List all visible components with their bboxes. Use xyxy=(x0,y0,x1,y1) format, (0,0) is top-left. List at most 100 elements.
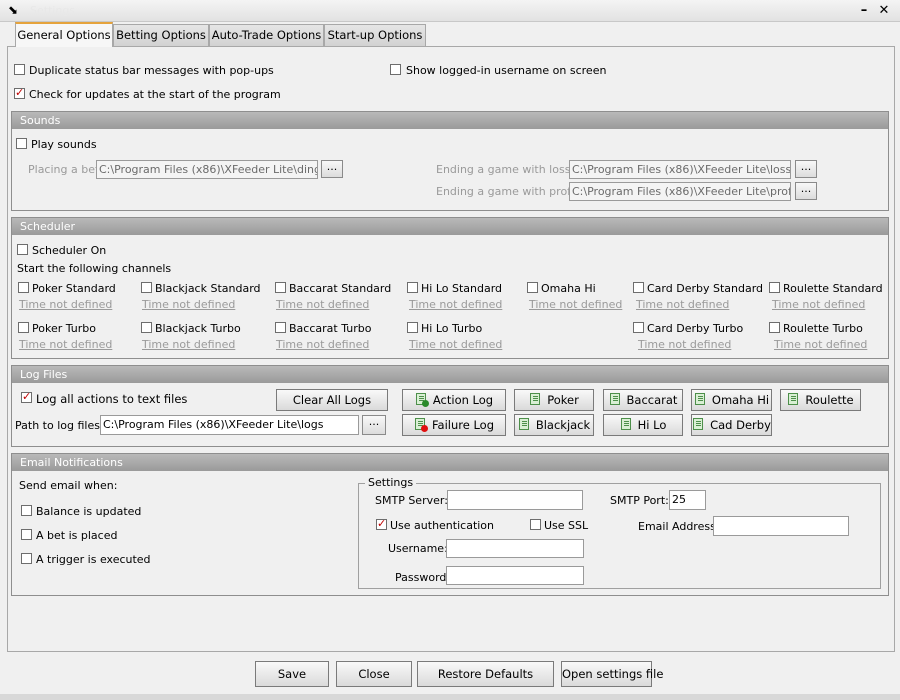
use-authentication-checkbox[interactable] xyxy=(376,517,387,530)
log-file-icon xyxy=(692,418,706,432)
profit-browse-button[interactable]: ... xyxy=(795,182,817,200)
check-updates-label: Check for updates at the start of the pr… xyxy=(29,88,281,101)
log-all-checkbox[interactable] xyxy=(21,390,32,403)
channel-label: Blackjack Turbo xyxy=(155,322,241,335)
baccarat-log-button[interactable]: Baccarat xyxy=(603,389,683,411)
log-path-browse-button[interactable]: ... xyxy=(362,415,386,435)
time-not-defined-link[interactable]: Time not defined xyxy=(142,338,235,351)
hilo-log-button[interactable]: Hi Lo xyxy=(603,414,683,436)
channel-checkbox[interactable] xyxy=(18,322,29,333)
channel-checkbox[interactable] xyxy=(275,322,286,333)
dup-status-checkbox[interactable] xyxy=(14,64,25,75)
loss-browse-button[interactable]: ... xyxy=(795,160,817,178)
use-ssl-checkbox[interactable] xyxy=(530,519,541,530)
time-not-defined-link[interactable]: Time not defined xyxy=(276,338,369,351)
open-settings-file-button[interactable]: Open settings file xyxy=(561,661,663,687)
email-address-field[interactable] xyxy=(713,516,849,536)
omaha-log-label: Omaha Hi xyxy=(711,393,770,407)
smtp-port-label: SMTP Port: xyxy=(610,494,669,507)
channel-checkbox[interactable] xyxy=(527,282,538,293)
channel-label: Card Derby Standard xyxy=(647,282,764,295)
placing-bet-field[interactable]: C:\Program Files (x86)\XFeeder Lite\ding… xyxy=(96,160,318,179)
log-file-icon xyxy=(529,393,543,407)
close-button[interactable]: Close xyxy=(336,661,412,687)
cad-derby-log-button[interactable]: Cad Derby xyxy=(691,414,772,436)
baccarat-log-label: Baccarat xyxy=(626,393,678,407)
log-file-icon xyxy=(620,418,634,432)
failure-log-label: Failure Log xyxy=(431,418,495,432)
roulette-log-label: Roulette xyxy=(805,393,854,407)
tab-auto-trade-options[interactable]: Auto-Trade Options xyxy=(209,24,324,46)
time-not-defined-link[interactable]: Time not defined xyxy=(774,338,867,351)
password-field[interactable] xyxy=(446,566,584,585)
channel-label: Roulette Turbo xyxy=(783,322,863,335)
placing-bet-browse-button[interactable]: ... xyxy=(321,160,343,178)
send-email-when-label: Send email when: xyxy=(19,479,118,492)
dup-status-label: Duplicate status bar messages with pop-u… xyxy=(29,64,274,77)
poker-log-label: Poker xyxy=(547,393,579,407)
play-sounds-checkbox[interactable] xyxy=(16,138,27,149)
channel-checkbox[interactable] xyxy=(141,322,152,333)
scheduler-on-checkbox[interactable] xyxy=(17,244,28,255)
action-log-label: Action Log xyxy=(432,393,494,407)
time-not-defined-link[interactable]: Time not defined xyxy=(142,298,235,311)
close-window-button[interactable]: ✕ xyxy=(876,3,892,19)
log-path-label: Path to log files: xyxy=(15,419,104,432)
time-not-defined-link[interactable]: Time not defined xyxy=(276,298,369,311)
save-button[interactable]: Save xyxy=(255,661,329,687)
blackjack-log-label: Blackjack xyxy=(535,418,591,432)
time-not-defined-link[interactable]: Time not defined xyxy=(409,298,502,311)
time-not-defined-link[interactable]: Time not defined xyxy=(529,298,622,311)
failure-log-button[interactable]: Failure Log xyxy=(402,414,506,436)
show-username-checkbox[interactable] xyxy=(390,64,401,75)
trigger-executed-checkbox[interactable] xyxy=(21,553,32,564)
username-field[interactable] xyxy=(446,539,584,558)
restore-defaults-button[interactable]: Restore Defaults xyxy=(417,661,554,687)
clear-all-logs-button[interactable]: Clear All Logs xyxy=(276,389,388,411)
password-label: Password xyxy=(395,571,447,584)
channel-checkbox[interactable] xyxy=(633,322,644,333)
log-path-field[interactable]: C:\Program Files (x86)\XFeeder Lite\logs xyxy=(100,415,359,435)
time-not-defined-link[interactable]: Time not defined xyxy=(19,298,112,311)
channel-label: Hi Lo Standard xyxy=(421,282,503,295)
omaha-log-button[interactable]: Omaha Hi xyxy=(691,389,772,411)
time-not-defined-link[interactable]: Time not defined xyxy=(772,298,865,311)
bet-placed-checkbox[interactable] xyxy=(21,529,32,540)
channel-checkbox[interactable] xyxy=(407,282,418,293)
channel-label: Blackjack Standard xyxy=(155,282,261,295)
roulette-log-button[interactable]: Roulette xyxy=(780,389,861,411)
scheduler-header: Scheduler xyxy=(12,218,888,235)
channel-checkbox[interactable] xyxy=(275,282,286,293)
smtp-server-label: SMTP Server: xyxy=(375,494,448,507)
blackjack-log-button[interactable]: Blackjack xyxy=(514,414,594,436)
check-updates-checkbox[interactable] xyxy=(14,86,25,99)
tab-general-options[interactable]: General Options xyxy=(15,22,113,47)
balance-updated-checkbox[interactable] xyxy=(21,505,32,516)
channel-checkbox[interactable] xyxy=(18,282,29,293)
smtp-server-field[interactable] xyxy=(447,490,583,510)
time-not-defined-link[interactable]: Time not defined xyxy=(409,338,502,351)
tab-betting-options[interactable]: Betting Options xyxy=(113,24,209,46)
action-log-button[interactable]: Action Log xyxy=(402,389,506,411)
log-file-icon xyxy=(694,393,708,407)
channel-checkbox[interactable] xyxy=(141,282,152,293)
loss-label: Ending a game with loss: xyxy=(436,163,575,176)
minimize-button[interactable]: – xyxy=(856,3,872,19)
poker-log-button[interactable]: Poker xyxy=(514,389,594,411)
loss-field[interactable]: C:\Program Files (x86)\XFeeder Lite\loss… xyxy=(569,160,791,179)
log-file-icon xyxy=(787,393,801,407)
time-not-defined-link[interactable]: Time not defined xyxy=(638,338,731,351)
profit-field[interactable]: C:\Program Files (x86)\XFeeder Lite\prof… xyxy=(569,182,791,201)
channel-checkbox[interactable] xyxy=(407,322,418,333)
smtp-port-field[interactable]: 25 xyxy=(669,490,706,510)
tab-start-up-options[interactable]: Start-up Options xyxy=(324,24,426,46)
time-not-defined-link[interactable]: Time not defined xyxy=(19,338,112,351)
channel-checkbox[interactable] xyxy=(769,282,780,293)
username-label: Username: xyxy=(388,542,448,555)
channel-label: Omaha Hi xyxy=(541,282,596,295)
channel-label: Baccarat Standard xyxy=(289,282,392,295)
channel-checkbox[interactable] xyxy=(633,282,644,293)
placing-bet-label: Placing a bet: xyxy=(28,163,103,176)
time-not-defined-link[interactable]: Time not defined xyxy=(636,298,729,311)
channel-checkbox[interactable] xyxy=(769,322,780,333)
